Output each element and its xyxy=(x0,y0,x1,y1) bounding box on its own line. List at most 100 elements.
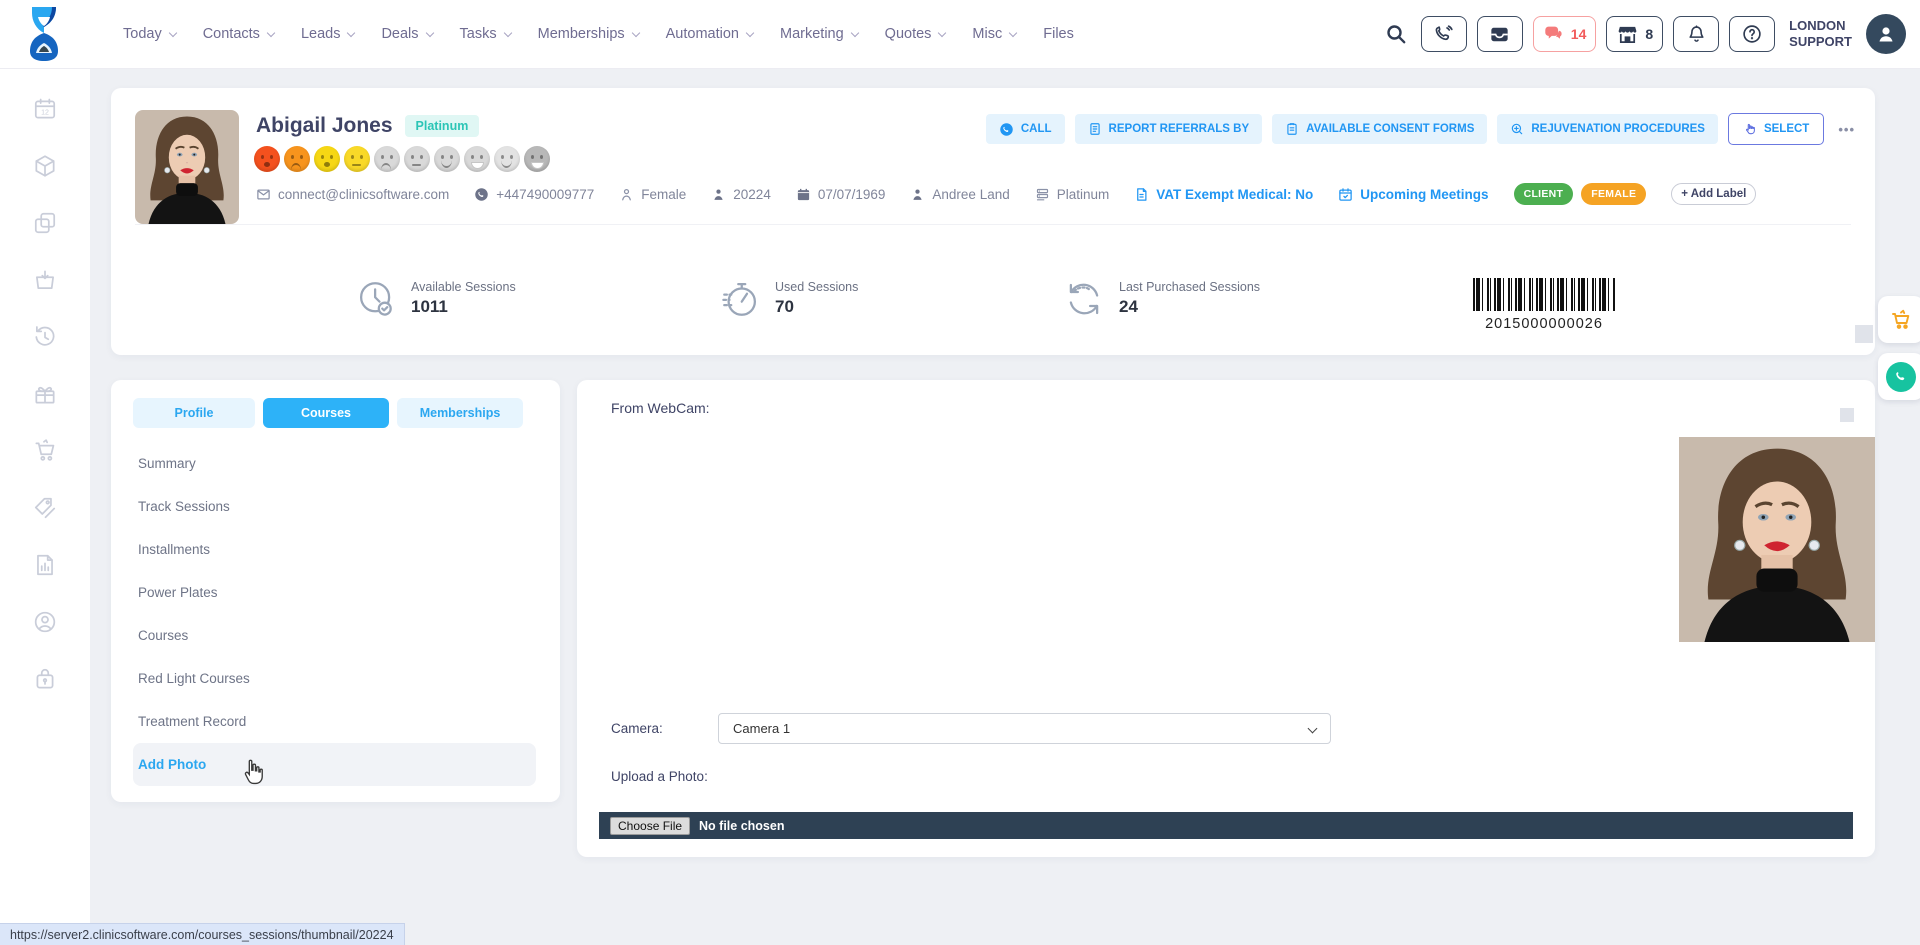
call-button[interactable]: CALL xyxy=(986,114,1065,144)
mood-face-icon[interactable] xyxy=(374,146,400,172)
chat-notifications-button[interactable]: 14 xyxy=(1533,16,1597,52)
divider xyxy=(135,224,1851,225)
cart-icon xyxy=(1889,308,1913,332)
chevron-down-icon xyxy=(631,28,639,36)
select-button[interactable]: SELECT xyxy=(1728,113,1824,145)
barcode xyxy=(1473,278,1615,311)
chat-bubbles-icon xyxy=(1543,23,1565,45)
client-subnav-panel: Profile Courses Memberships Summary Trac… xyxy=(111,380,560,802)
tags-icon[interactable] xyxy=(32,495,58,521)
menu-installments[interactable]: Installments xyxy=(111,528,560,571)
bell-icon xyxy=(1686,24,1707,45)
nav-tasks[interactable]: Tasks xyxy=(460,26,511,42)
basket-icon[interactable] xyxy=(32,267,58,293)
vat-exempt-link[interactable]: VAT Exempt Medical: No xyxy=(1134,187,1313,202)
report-icon[interactable] xyxy=(32,552,58,578)
nav-today[interactable]: Today xyxy=(123,26,176,42)
chevron-down-icon xyxy=(1308,724,1318,734)
mood-face-icon[interactable] xyxy=(464,146,490,172)
pointer-icon xyxy=(1743,122,1757,136)
menu-summary[interactable]: Summary xyxy=(111,442,560,485)
menu-power-plates[interactable]: Power Plates xyxy=(111,571,560,614)
client-email[interactable]: connect@clinicsoftware.com xyxy=(256,187,449,202)
decor-square xyxy=(1855,325,1873,343)
mood-face-icon[interactable] xyxy=(494,146,520,172)
document-icon xyxy=(1088,122,1102,136)
quick-cart-button[interactable] xyxy=(1878,296,1920,343)
tab-memberships[interactable]: Memberships xyxy=(397,398,523,428)
menu-add-photo[interactable]: Add Photo xyxy=(133,743,536,786)
nav-quotes[interactable]: Quotes xyxy=(885,26,946,42)
notifications-button[interactable] xyxy=(1673,16,1719,52)
tag-female[interactable]: FEMALE xyxy=(1581,183,1646,205)
client-phone[interactable]: +447490009777 xyxy=(474,187,594,202)
status-url: https://server2.clinicsoftware.com/cours… xyxy=(10,928,394,942)
nav-misc[interactable]: Misc xyxy=(972,26,1016,42)
more-actions-button[interactable]: ••• xyxy=(1834,118,1859,141)
mood-face-icon[interactable] xyxy=(434,146,460,172)
nav-leads[interactable]: Leads xyxy=(301,26,355,42)
nav-label: Quotes xyxy=(885,26,932,42)
help-button[interactable] xyxy=(1729,16,1775,52)
chevron-down-icon xyxy=(503,28,511,36)
client-photo[interactable] xyxy=(135,110,239,224)
menu-track-sessions[interactable]: Track Sessions xyxy=(111,485,560,528)
quick-call-button[interactable] xyxy=(1878,353,1920,400)
account-icon[interactable] xyxy=(32,609,58,635)
lock-icon[interactable] xyxy=(32,666,58,692)
webcam-preview-image xyxy=(1679,437,1875,642)
chevron-down-icon xyxy=(746,28,754,36)
store-button[interactable]: 8 xyxy=(1606,16,1663,52)
storefront-icon xyxy=(1616,23,1639,46)
nav-memberships[interactable]: Memberships xyxy=(538,26,639,42)
search-icon[interactable] xyxy=(1381,19,1411,49)
nav-contacts[interactable]: Contacts xyxy=(203,26,274,42)
menu-red-light-courses[interactable]: Red Light Courses xyxy=(111,657,560,700)
tab-courses[interactable]: Courses xyxy=(263,398,389,428)
camera-select[interactable]: Camera 1 xyxy=(718,713,1331,744)
nav-deals[interactable]: Deals xyxy=(381,26,432,42)
mood-face-icon[interactable] xyxy=(344,146,370,172)
chevron-down-icon xyxy=(850,28,858,36)
tab-profile[interactable]: Profile xyxy=(133,398,255,428)
package-icon[interactable] xyxy=(32,153,58,179)
client-actions-row: CALL REPORT REFERRALS BY AVAILABLE CONSE… xyxy=(986,113,1859,145)
nav-marketing[interactable]: Marketing xyxy=(780,26,858,42)
decor-square xyxy=(1840,408,1854,422)
add-photo-panel: From WebCam: Camera: Camera 1 Upload a P… xyxy=(577,380,1875,857)
dialer-button[interactable] xyxy=(1421,16,1467,52)
menu-treatment-record[interactable]: Treatment Record xyxy=(111,700,560,743)
phone-icon xyxy=(474,187,489,202)
nav-label: Marketing xyxy=(780,26,844,42)
nav-automation[interactable]: Automation xyxy=(666,26,753,42)
add-label-button[interactable]: + Add Label xyxy=(1671,183,1756,205)
tag-client[interactable]: CLIENT xyxy=(1514,183,1574,205)
report-referrals-button[interactable]: REPORT REFERRALS BY xyxy=(1075,114,1263,144)
choose-file-button[interactable]: Choose File xyxy=(610,817,690,835)
calendar-icon[interactable]: 12 xyxy=(32,96,58,122)
clinic-logo-icon[interactable] xyxy=(14,3,74,65)
user-avatar[interactable] xyxy=(1866,14,1906,54)
chevron-down-icon xyxy=(938,28,946,36)
mood-face-icon[interactable] xyxy=(524,146,550,172)
cart-icon[interactable] xyxy=(32,438,58,464)
upcoming-meetings-link[interactable]: Upcoming Meetings xyxy=(1338,187,1488,202)
menu-courses[interactable]: Courses xyxy=(111,614,560,657)
history-icon[interactable] xyxy=(32,324,58,350)
mood-face-icon[interactable] xyxy=(314,146,340,172)
rejuvenation-button[interactable]: REJUVENATION PROCEDURES xyxy=(1497,114,1718,144)
panel-menu: Summary Track Sessions Installments Powe… xyxy=(111,442,560,786)
gift-icon[interactable] xyxy=(32,381,58,407)
store-count: 8 xyxy=(1645,26,1653,42)
mood-face-icon[interactable] xyxy=(254,146,280,172)
inbox-button[interactable] xyxy=(1477,16,1523,52)
main-nav: Today Contacts Leads Deals Tasks Members… xyxy=(123,0,1074,68)
nav-files[interactable]: Files xyxy=(1043,26,1074,42)
clipboard-icon xyxy=(1285,122,1299,136)
nav-label: Leads xyxy=(301,26,341,42)
client-owner: Andree Land xyxy=(910,187,1009,202)
consent-forms-button[interactable]: AVAILABLE CONSENT FORMS xyxy=(1272,114,1487,144)
copy-icon[interactable] xyxy=(32,210,58,236)
mood-face-icon[interactable] xyxy=(404,146,430,172)
mood-face-icon[interactable] xyxy=(284,146,310,172)
